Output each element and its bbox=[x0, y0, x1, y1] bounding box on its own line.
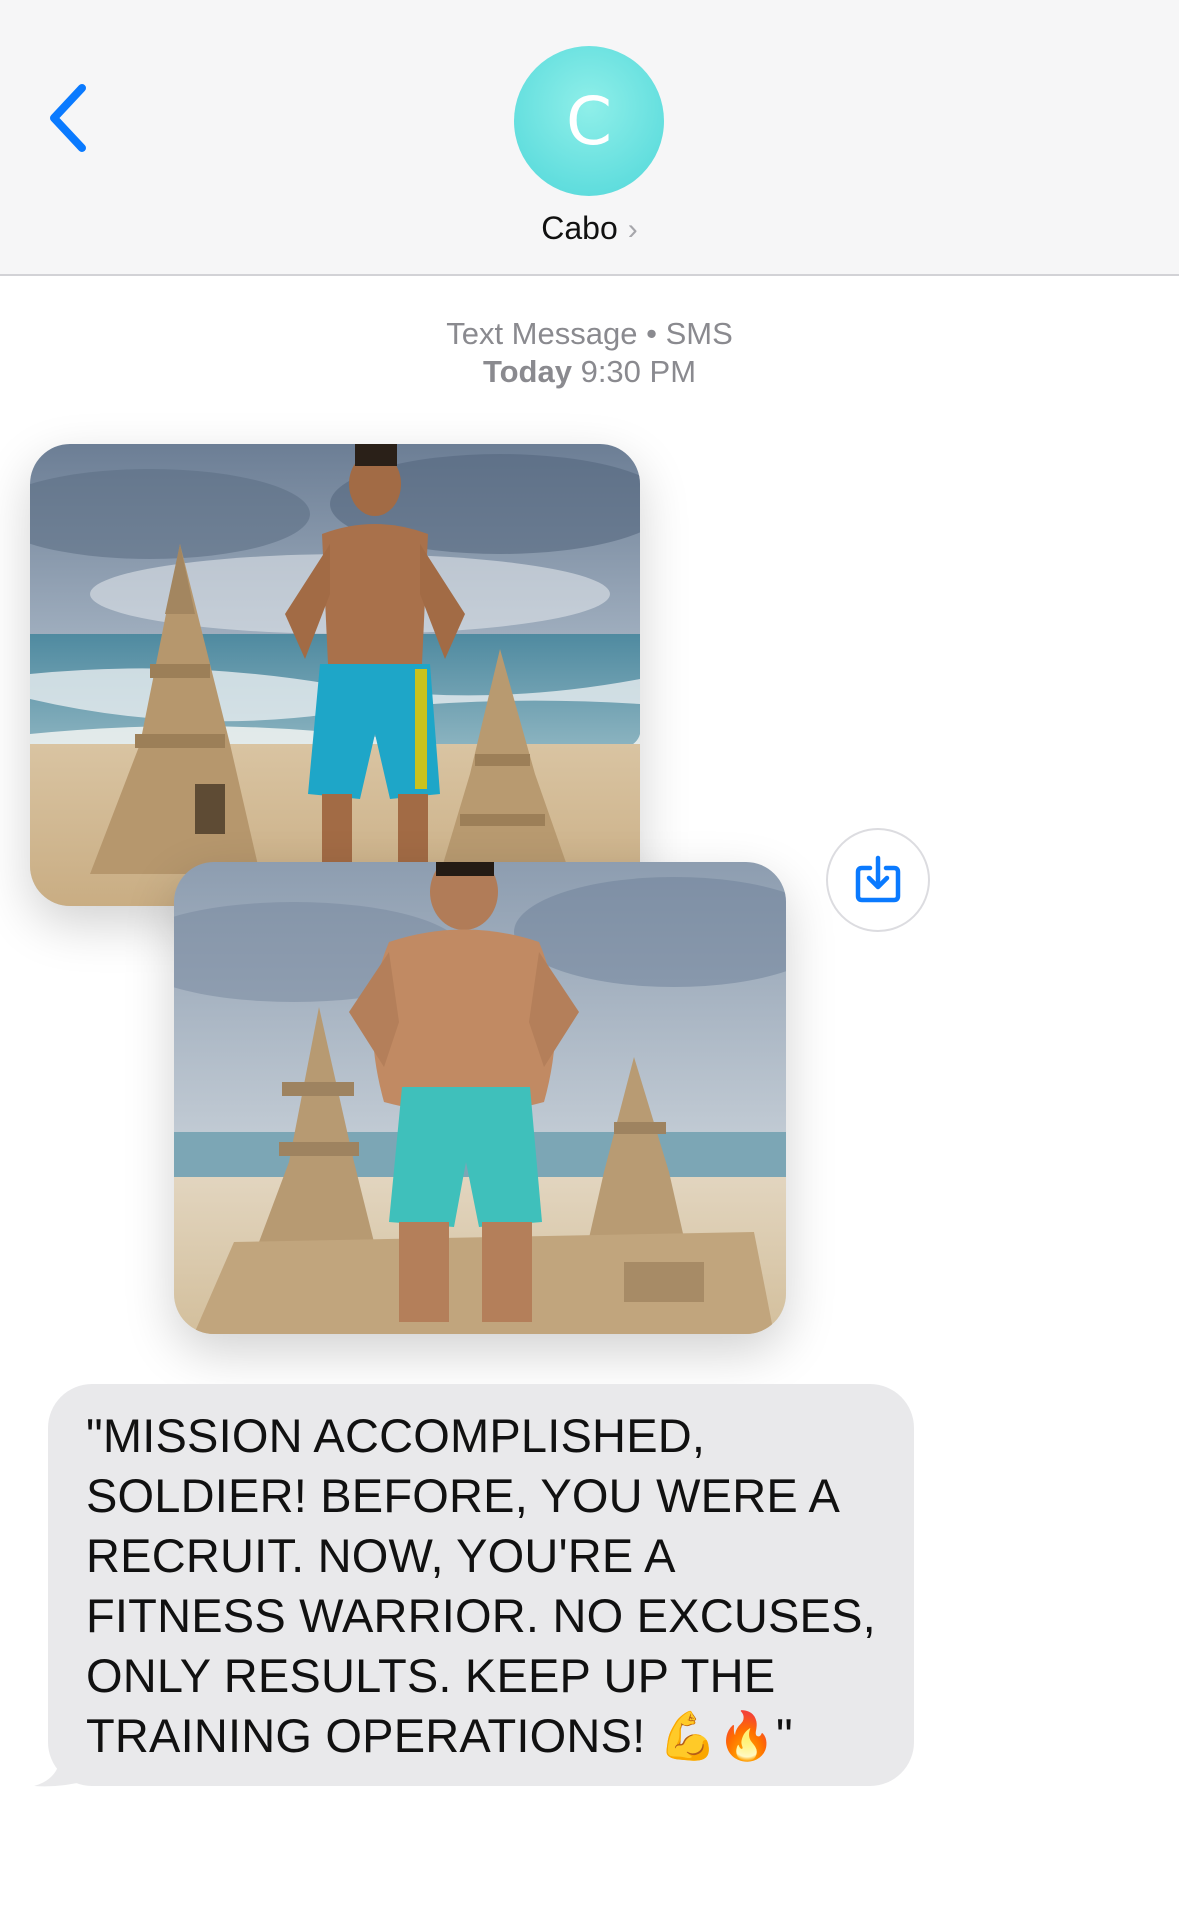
message-timestamp: Today 9:30 PM bbox=[0, 354, 1179, 390]
back-button[interactable] bbox=[44, 80, 94, 156]
service-label: Text Message • SMS bbox=[0, 316, 1179, 352]
save-photo-button[interactable] bbox=[826, 828, 930, 932]
chevron-left-icon bbox=[50, 84, 86, 152]
contact-avatar[interactable]: C bbox=[514, 46, 664, 196]
incoming-message-bubble[interactable]: "MISSION ACCOMPLISHED, SOLDIER! BEFORE, … bbox=[48, 1384, 914, 1786]
service-type: SMS bbox=[665, 316, 733, 351]
avatar-initial: C bbox=[565, 82, 613, 160]
service-separator: • bbox=[646, 316, 657, 351]
contact-name-link[interactable]: Cabo › bbox=[0, 210, 1179, 247]
photo-attachment-after[interactable] bbox=[174, 862, 786, 1334]
download-icon bbox=[855, 855, 901, 903]
beach-photo-heavy bbox=[174, 862, 786, 1334]
message-text: "MISSION ACCOMPLISHED, SOLDIER! BEFORE, … bbox=[86, 1409, 890, 1762]
conversation-header: C Cabo › bbox=[0, 0, 1179, 276]
timestamp-day: Today bbox=[482, 354, 572, 389]
contact-name: Cabo bbox=[541, 210, 618, 246]
photo-attachment-before[interactable] bbox=[30, 444, 640, 906]
beach-photo-fit bbox=[30, 444, 640, 906]
service-name: Text Message bbox=[446, 316, 638, 351]
timestamp-time: 9:30 PM bbox=[580, 354, 697, 389]
chevron-right-icon: › bbox=[627, 213, 638, 246]
